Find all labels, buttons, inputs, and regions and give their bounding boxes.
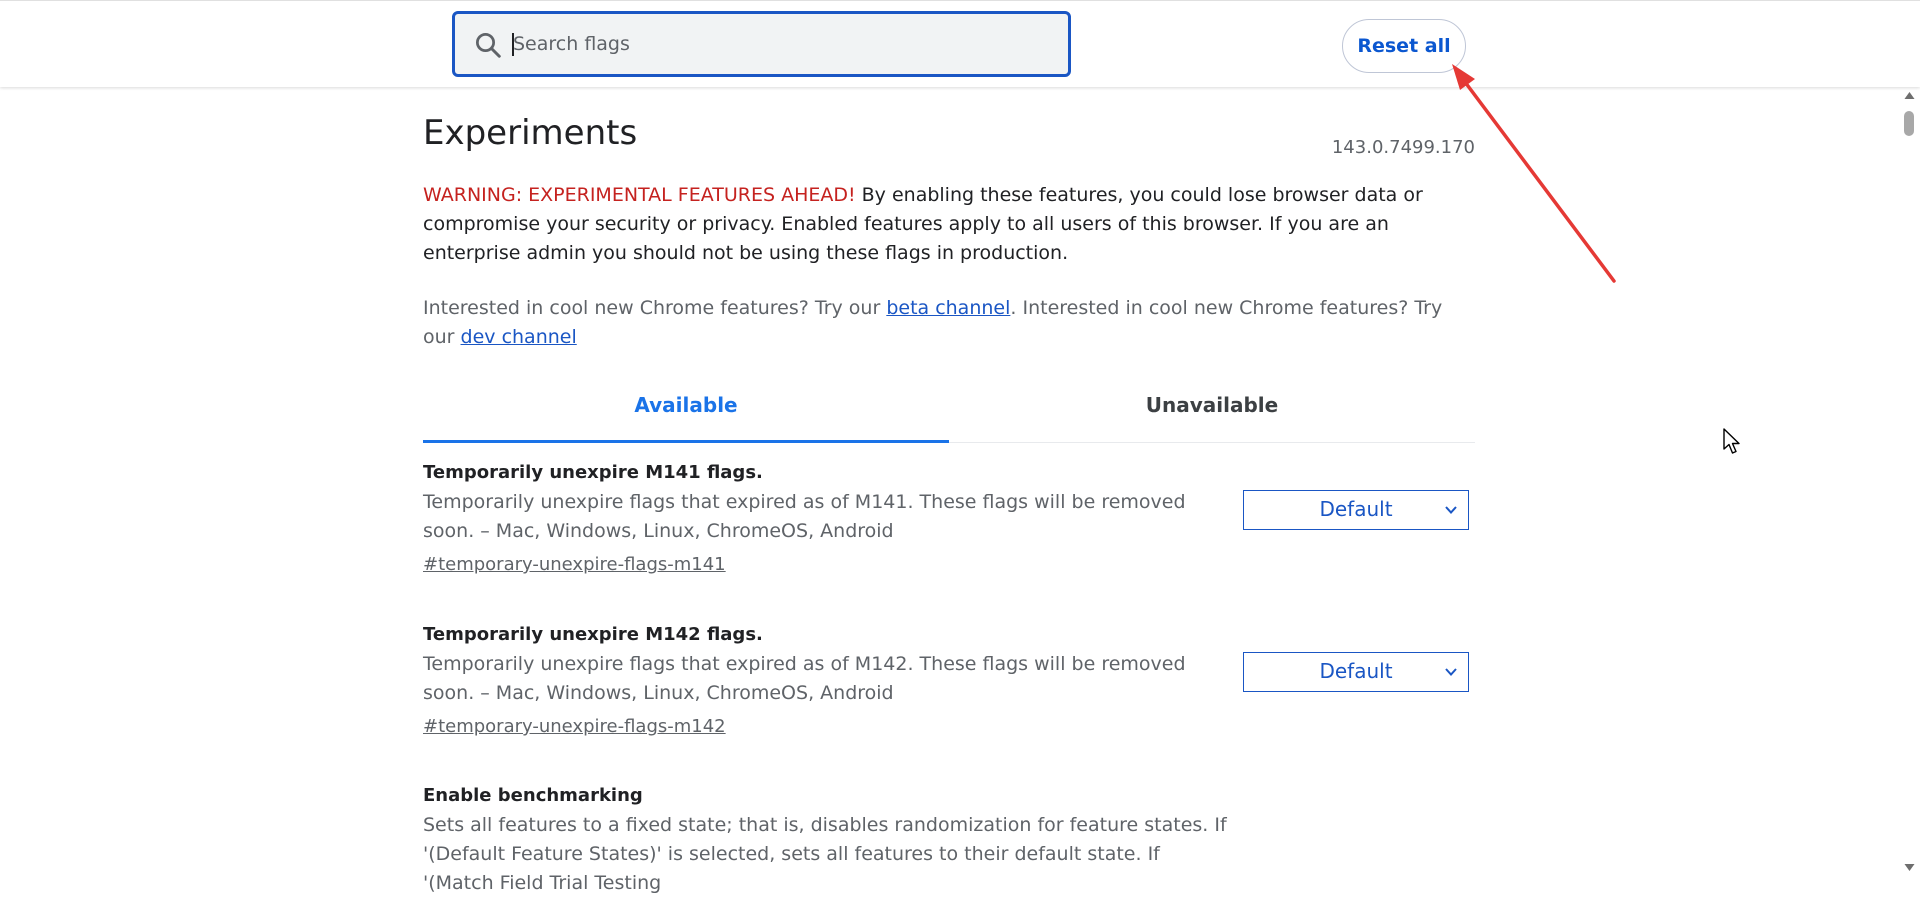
flag-description: Sets all features to a fixed state; that… (423, 814, 1227, 894)
page-title: Experiments (423, 113, 638, 153)
warning-text: WARNING: EXPERIMENTAL FEATURES AHEAD! By… (423, 181, 1475, 268)
search-input[interactable] (511, 26, 1051, 62)
dev-channel-link[interactable]: dev channel (461, 326, 577, 348)
flag-item: Temporarily unexpire M142 flags. Tempora… (423, 624, 1475, 774)
tab-available[interactable]: Available (423, 387, 949, 443)
flag-state-select[interactable]: Default (1243, 490, 1469, 530)
scrollbar-thumb[interactable] (1904, 111, 1914, 136)
flag-item: Enable benchmarking Sets all features to… (423, 785, 1475, 894)
search-icon (476, 33, 501, 58)
flag-description: Temporarily unexpire flags that expired … (423, 653, 1186, 704)
flag-item: Temporarily unexpire M141 flags. Tempora… (423, 462, 1475, 612)
vertical-scrollbar[interactable] (1899, 87, 1920, 878)
channels-text: Interested in cool new Chrome features? … (423, 294, 1475, 352)
flag-title: Enable benchmarking (423, 785, 643, 806)
chevron-down-icon (1445, 506, 1457, 514)
flag-state-select[interactable]: Default (1243, 652, 1469, 692)
flag-title: Temporarily unexpire M142 flags. (423, 624, 763, 645)
tab-bar: Available Unavailable (423, 387, 1475, 443)
flag-anchor-link[interactable]: #temporary-unexpire-flags-m141 (423, 554, 726, 575)
warning-heading: WARNING: EXPERIMENTAL FEATURES AHEAD! (423, 184, 856, 206)
search-box[interactable] (452, 11, 1071, 77)
beta-channel-link[interactable]: beta channel (886, 297, 1010, 319)
chevron-down-icon (1445, 668, 1457, 676)
channels-text-1: Interested in cool new Chrome features? … (423, 297, 887, 319)
flag-title: Temporarily unexpire M141 flags. (423, 462, 763, 483)
scroll-down-arrow-icon[interactable] (1904, 863, 1915, 872)
version-number: 143.0.7499.170 (1331, 137, 1475, 158)
text-caret (512, 33, 514, 56)
top-toolbar: Reset all (0, 0, 1920, 87)
scroll-up-arrow-icon[interactable] (1904, 91, 1915, 100)
reset-all-button[interactable]: Reset all (1342, 19, 1466, 73)
flag-anchor-link[interactable]: #temporary-unexpire-flags-m142 (423, 716, 726, 737)
flag-select-value: Default (1319, 497, 1393, 521)
flag-description: Temporarily unexpire flags that expired … (423, 491, 1186, 542)
mouse-pointer-icon (1723, 428, 1740, 454)
flag-select-value: Default (1319, 659, 1393, 683)
tab-unavailable[interactable]: Unavailable (949, 387, 1475, 443)
